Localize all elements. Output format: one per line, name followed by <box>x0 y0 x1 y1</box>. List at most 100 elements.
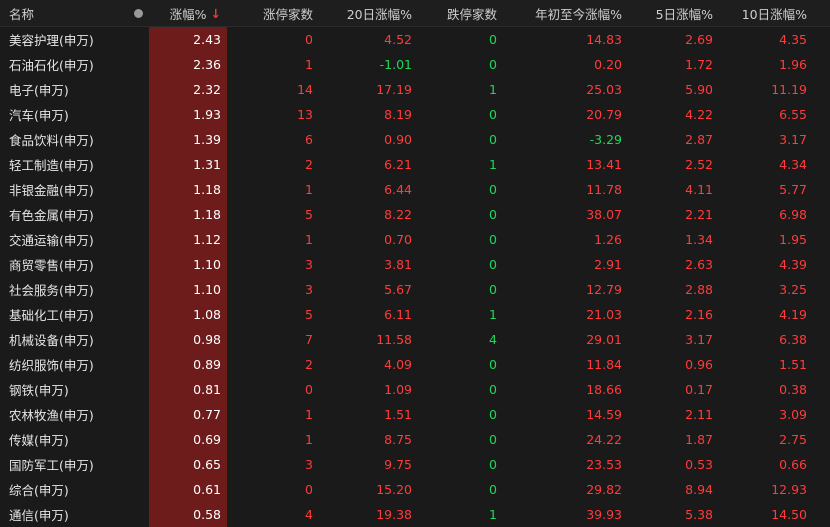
table-row[interactable]: 机械设备(申万) 0.98 7 11.58 4 29.01 3.17 6.38 <box>0 327 830 352</box>
table-row[interactable]: 国防军工(申万) 0.65 3 9.75 0 23.53 0.53 0.66 <box>0 452 830 477</box>
d10-change-cell: 6.55 <box>716 102 830 127</box>
d20-change-cell-text: 8.22 <box>384 207 412 222</box>
table-row[interactable]: 综合(申万) 0.61 0 15.20 0 29.82 8.94 12.93 <box>0 477 830 502</box>
ytd-change-cell-text: 39.93 <box>586 507 622 522</box>
change-cell: 1.18 <box>149 202 227 227</box>
table-row[interactable]: 商贸零售(申万) 1.10 3 3.81 0 2.91 2.63 4.39 <box>0 252 830 277</box>
limit-up-cell: 0 <box>227 27 319 52</box>
sector-name: 商贸零售(申万) <box>0 252 127 277</box>
table-row[interactable]: 食品饮料(申万) 1.39 6 0.90 0 -3.29 2.87 3.17 <box>0 127 830 152</box>
ytd-change-cell-text: 1.26 <box>594 232 622 247</box>
d5-change-cell: 5.90 <box>625 77 716 102</box>
header-limit-down[interactable]: 跌停家数 <box>415 0 501 26</box>
limit-down-cell-text: 0 <box>489 382 497 397</box>
limit-up-cell: 1 <box>227 177 319 202</box>
table-row[interactable]: 农林牧渔(申万) 0.77 1 1.51 0 14.59 2.11 3.09 <box>0 402 830 427</box>
row-dot-cell <box>127 152 149 177</box>
d20-change-cell: 4.09 <box>319 352 415 377</box>
d10-change-cell-text: 1.96 <box>779 57 807 72</box>
limit-up-cell: 4 <box>227 502 319 527</box>
table-row[interactable]: 非银金融(申万) 1.18 1 6.44 0 11.78 4.11 5.77 <box>0 177 830 202</box>
table-row[interactable]: 社会服务(申万) 1.10 3 5.67 0 12.79 2.88 3.25 <box>0 277 830 302</box>
row-dot-cell <box>127 52 149 77</box>
d20-change-cell: 6.44 <box>319 177 415 202</box>
d20-change-cell: 11.58 <box>319 327 415 352</box>
limit-down-cell-text: 4 <box>489 332 497 347</box>
limit-down-cell: 1 <box>415 502 501 527</box>
limit-down-cell-text: 0 <box>489 57 497 72</box>
header-change-label: 涨幅% <box>169 6 207 22</box>
header-name[interactable]: 名称 <box>0 0 127 26</box>
limit-up-cell-text: 0 <box>305 382 313 397</box>
table-row[interactable]: 石油石化(申万) 2.36 1 -1.01 0 0.20 1.72 1.96 <box>0 52 830 77</box>
limit-down-cell: 0 <box>415 252 501 277</box>
ytd-change-cell: 29.82 <box>501 477 625 502</box>
limit-down-cell: 0 <box>415 52 501 77</box>
table-row[interactable]: 纺织服饰(申万) 0.89 2 4.09 0 11.84 0.96 1.51 <box>0 352 830 377</box>
column-settings-dot-icon[interactable] <box>127 0 149 26</box>
row-dot-cell <box>127 477 149 502</box>
d10-change-cell-text: 6.38 <box>779 332 807 347</box>
d10-change-cell: 1.95 <box>716 227 830 252</box>
sector-name: 电子(申万) <box>0 77 127 102</box>
d5-change-cell: 4.11 <box>625 177 716 202</box>
change-cell-text: 1.08 <box>193 307 221 322</box>
table-row[interactable]: 传媒(申万) 0.69 1 8.75 0 24.22 1.87 2.75 <box>0 427 830 452</box>
table-row[interactable]: 汽车(申万) 1.93 13 8.19 0 20.79 4.22 6.55 <box>0 102 830 127</box>
change-cell: 0.69 <box>149 427 227 452</box>
limit-down-cell: 1 <box>415 152 501 177</box>
change-cell: 1.08 <box>149 302 227 327</box>
d5-change-cell-text: 1.34 <box>685 232 713 247</box>
limit-up-cell-text: 1 <box>305 232 313 247</box>
sector-name-text: 汽车(申万) <box>9 108 69 123</box>
change-cell-text: 0.65 <box>193 457 221 472</box>
limit-up-cell: 6 <box>227 127 319 152</box>
d20-change-cell: 3.81 <box>319 252 415 277</box>
limit-down-cell-text: 1 <box>489 157 497 172</box>
sector-name: 有色金属(申万) <box>0 202 127 227</box>
header-limit-up[interactable]: 涨停家数 <box>227 0 319 26</box>
table-row[interactable]: 交通运输(申万) 1.12 1 0.70 0 1.26 1.34 1.95 <box>0 227 830 252</box>
d5-change-cell-text: 0.53 <box>685 457 713 472</box>
d20-change-cell-text: 3.81 <box>384 257 412 272</box>
ytd-change-cell-text: 20.79 <box>586 107 622 122</box>
sector-name-text: 商贸零售(申万) <box>9 258 94 273</box>
header-20d-change[interactable]: 20日涨幅% <box>319 0 415 26</box>
d5-change-cell: 2.52 <box>625 152 716 177</box>
header-ytd-change[interactable]: 年初至今涨幅% <box>501 0 625 26</box>
table-row[interactable]: 轻工制造(申万) 1.31 2 6.21 1 13.41 2.52 4.34 <box>0 152 830 177</box>
ytd-change-cell: 20.79 <box>501 102 625 127</box>
d20-change-cell-text: 6.44 <box>384 182 412 197</box>
table-row[interactable]: 基础化工(申万) 1.08 5 6.11 1 21.03 2.16 4.19 <box>0 302 830 327</box>
header-10d-change[interactable]: 10日涨幅% <box>716 0 830 26</box>
row-dot-cell <box>127 402 149 427</box>
ytd-change-cell-text: 11.78 <box>586 182 622 197</box>
change-cell-text: 0.81 <box>193 382 221 397</box>
sort-desc-arrow-icon: ↓ <box>210 5 221 21</box>
limit-down-cell: 1 <box>415 77 501 102</box>
ytd-change-cell-text: 29.01 <box>586 332 622 347</box>
table-row[interactable]: 有色金属(申万) 1.18 5 8.22 0 38.07 2.21 6.98 <box>0 202 830 227</box>
limit-down-cell: 0 <box>415 452 501 477</box>
d10-change-cell: 3.25 <box>716 277 830 302</box>
d5-change-cell-text: 5.90 <box>685 82 713 97</box>
sector-name-text: 钢铁(申万) <box>9 383 69 398</box>
sector-ranking-table: 名称 涨幅% ↓ 涨停家数 20日涨幅% 跌停家数 年初至今涨幅% 5日涨幅% … <box>0 0 830 527</box>
ytd-change-cell: 14.59 <box>501 402 625 427</box>
ytd-change-cell-text: -3.29 <box>589 132 622 147</box>
sector-name: 机械设备(申万) <box>0 327 127 352</box>
table-row[interactable]: 钢铁(申万) 0.81 0 1.09 0 18.66 0.17 0.38 <box>0 377 830 402</box>
d5-change-cell: 0.96 <box>625 352 716 377</box>
change-cell: 0.89 <box>149 352 227 377</box>
limit-down-cell-text: 0 <box>489 132 497 147</box>
sector-name: 基础化工(申万) <box>0 302 127 327</box>
limit-up-cell: 5 <box>227 302 319 327</box>
d20-change-cell-text: 1.51 <box>384 407 412 422</box>
d20-change-cell-text: 8.75 <box>384 432 412 447</box>
table-row[interactable]: 美容护理(申万) 2.43 0 4.52 0 14.83 2.69 4.35 <box>0 27 830 52</box>
header-change-sorted[interactable]: 涨幅% ↓ <box>149 0 227 26</box>
d10-change-cell-text: 0.38 <box>779 382 807 397</box>
table-row[interactable]: 电子(申万) 2.32 14 17.19 1 25.03 5.90 11.19 <box>0 77 830 102</box>
table-row[interactable]: 通信(申万) 0.58 4 19.38 1 39.93 5.38 14.50 <box>0 502 830 527</box>
header-5d-change[interactable]: 5日涨幅% <box>625 0 716 26</box>
